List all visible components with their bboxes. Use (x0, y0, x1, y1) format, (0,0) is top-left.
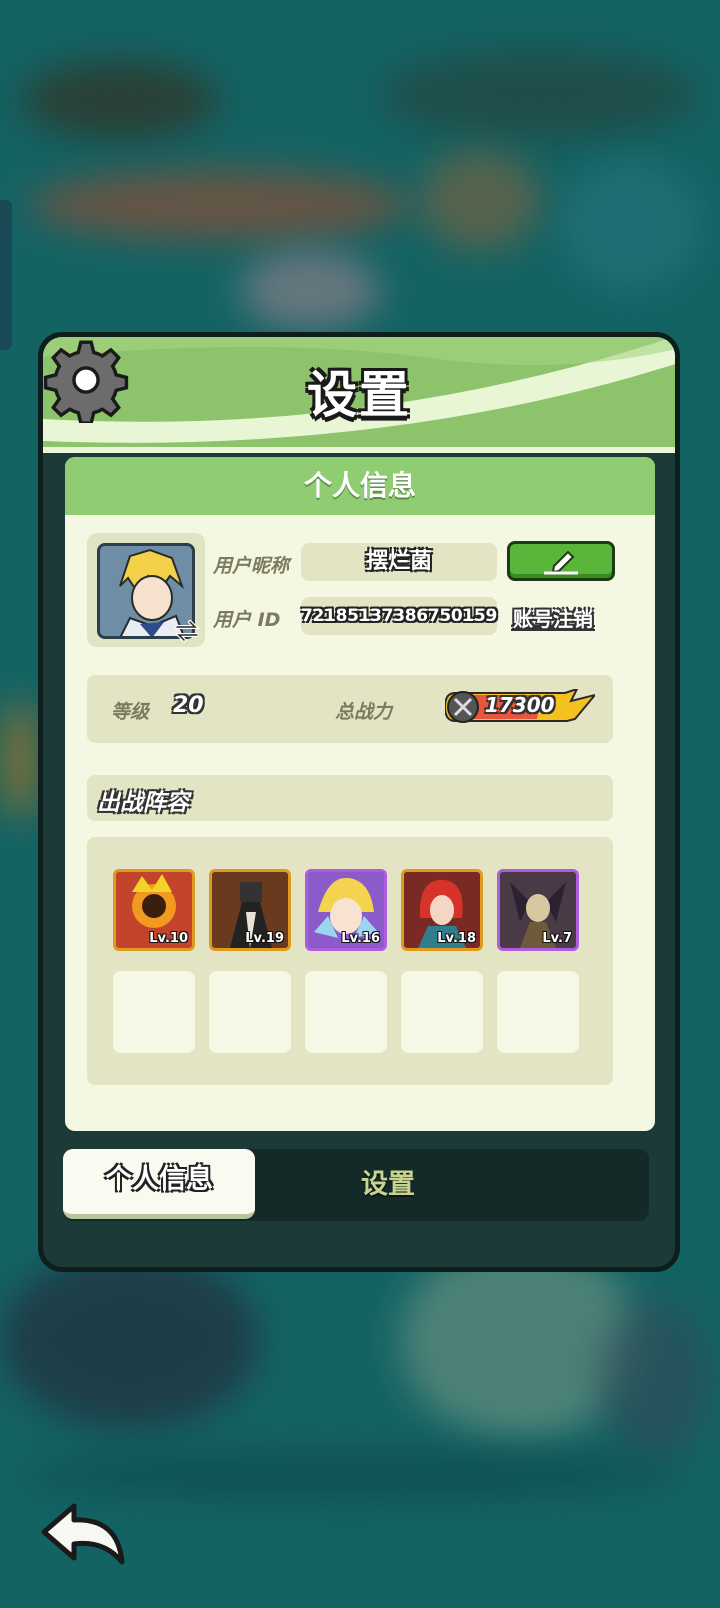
settings-dialog: 设置 个人信息 用户昵称 摆烂菌 用户 ID 72185137386750159… (38, 332, 680, 1272)
hero-slot[interactable]: Lv.7 (497, 869, 579, 951)
level-value: 20 (173, 693, 204, 718)
tab-profile[interactable]: 个人信息 (63, 1149, 255, 1219)
profile-card: 个人信息 用户昵称 摆烂菌 用户 ID 72185137386750159 账号… (65, 457, 655, 1131)
power-label: 总战力 (335, 701, 393, 723)
empty-slot[interactable] (401, 971, 483, 1053)
cancel-account-link[interactable]: 账号注销 (513, 603, 593, 632)
level-label: 等级 (111, 701, 150, 723)
nickname-label: 用户昵称 (213, 555, 290, 577)
avatar[interactable] (87, 533, 205, 647)
back-arrow-icon[interactable] (38, 1500, 128, 1570)
tab-settings[interactable]: 设置 (323, 1149, 453, 1221)
tab-bar: 个人信息 设置 (63, 1149, 649, 1221)
power-value: 17300 (485, 693, 555, 717)
lineup-header: 出战阵容 (87, 775, 613, 821)
hero-slot[interactable]: Lv.10 (113, 869, 195, 951)
uid-field: 72185137386750159 (301, 597, 497, 635)
dialog-title: 设置 (307, 366, 411, 424)
screen-edge-tab (0, 200, 12, 350)
power-badge: 17300 (445, 689, 595, 725)
hero-slot[interactable]: Lv.19 (209, 869, 291, 951)
empty-slot[interactable] (209, 971, 291, 1053)
uid-label: 用户 ID (213, 609, 281, 631)
hero-slot[interactable]: Lv.16 (305, 869, 387, 951)
pencil-icon (544, 550, 578, 575)
section-title: 个人信息 (65, 457, 655, 515)
lineup-area: Lv.10 Lv.19 Lv.16 Lv.18 Lv.7 (87, 837, 613, 1085)
hero-slot[interactable]: Lv.18 (401, 869, 483, 951)
gear-icon (43, 340, 129, 423)
edit-nickname-button[interactable] (507, 541, 615, 581)
stats-row: 等级 20 总战力 17300 (87, 675, 613, 743)
swap-avatar-icon[interactable] (173, 619, 201, 643)
lineup-title: 出战阵容 (97, 790, 189, 816)
nickname-field: 摆烂菌 (301, 543, 497, 581)
empty-slot[interactable] (113, 971, 195, 1053)
title-banner: 设置 (43, 337, 675, 453)
empty-slot[interactable] (305, 971, 387, 1053)
empty-slot[interactable] (497, 971, 579, 1053)
